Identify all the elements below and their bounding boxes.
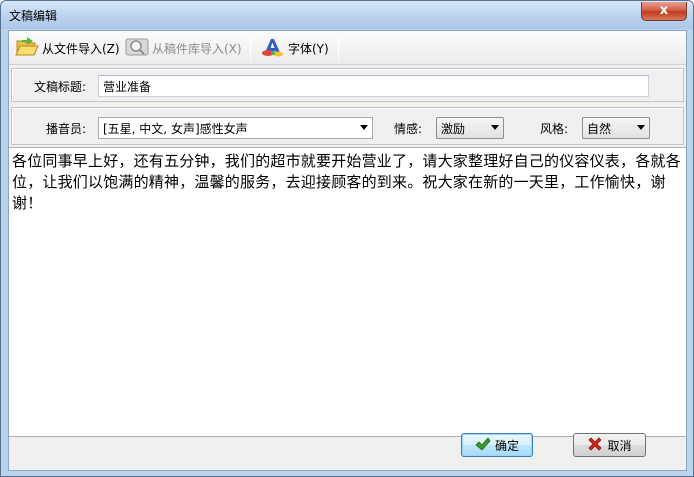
announcer-label: 播音员:: [46, 122, 87, 136]
chevron-down-icon: [491, 125, 499, 130]
font-label: 字体(Y): [288, 41, 329, 56]
cancel-button[interactable]: 取消: [573, 433, 646, 457]
window-title: 文稿编辑: [9, 9, 58, 23]
magnifier-library-icon: [125, 36, 149, 61]
ok-label: 确定: [494, 438, 519, 453]
font-paint-icon: [261, 36, 285, 61]
style-select[interactable]: 自然: [582, 117, 650, 139]
announcer-select[interactable]: [五星, 中文, 女声]感性女声: [98, 117, 373, 139]
toolbar: 从文件导入(Z) 从稿件库导入(X) 字体(Y): [9, 31, 686, 65]
folder-open-icon: [15, 36, 39, 61]
import-from-file-button[interactable]: 从文件导入(Z): [15, 36, 120, 60]
voice-settings-panel: 播音员: [五星, 中文, 女声]感性女声 情感: 激励 风格: 自然: [11, 107, 684, 145]
dialog-window: 文稿编辑 x 从文件导入(Z) 从稿件库导入(X) 字体(Y) 文稿标题: 营业…: [0, 0, 694, 477]
style-label: 风格:: [540, 122, 569, 136]
toolbar-separator: [338, 35, 339, 61]
ok-button[interactable]: 确定: [461, 433, 533, 457]
title-row-panel: 文稿标题: 营业准备: [11, 68, 684, 102]
toolbar-separator: [250, 35, 251, 61]
script-text-editor[interactable]: 各位同事早上好，还有五分钟，我们的超市就要开始营业了，请大家整理好自己的仪容仪表…: [9, 147, 686, 437]
font-button[interactable]: 字体(Y): [261, 36, 329, 60]
title-input[interactable]: 营业准备: [98, 75, 649, 97]
checkmark-icon: [475, 436, 491, 455]
import-from-library-button[interactable]: 从稿件库导入(X): [125, 36, 242, 60]
title-label: 文稿标题:: [34, 80, 87, 94]
chevron-down-icon: [637, 125, 645, 130]
emotion-label: 情感:: [394, 122, 423, 136]
emotion-select[interactable]: 激励: [436, 117, 504, 139]
style-value: 自然: [587, 122, 612, 136]
red-x-icon: [587, 436, 603, 455]
title-bar[interactable]: 文稿编辑 x: [1, 1, 693, 29]
import-from-library-label: 从稿件库导入(X): [152, 41, 242, 56]
announcer-value: [五星, 中文, 女声]感性女声: [103, 122, 248, 136]
dialog-client-area: 从文件导入(Z) 从稿件库导入(X) 字体(Y) 文稿标题: 营业准备 播音员:…: [8, 30, 687, 471]
cancel-label: 取消: [607, 438, 632, 453]
import-from-file-label: 从文件导入(Z): [42, 41, 120, 56]
close-icon: x: [659, 3, 669, 18]
chevron-down-icon: [360, 125, 368, 130]
close-button[interactable]: x: [641, 2, 687, 21]
emotion-value: 激励: [441, 122, 466, 136]
